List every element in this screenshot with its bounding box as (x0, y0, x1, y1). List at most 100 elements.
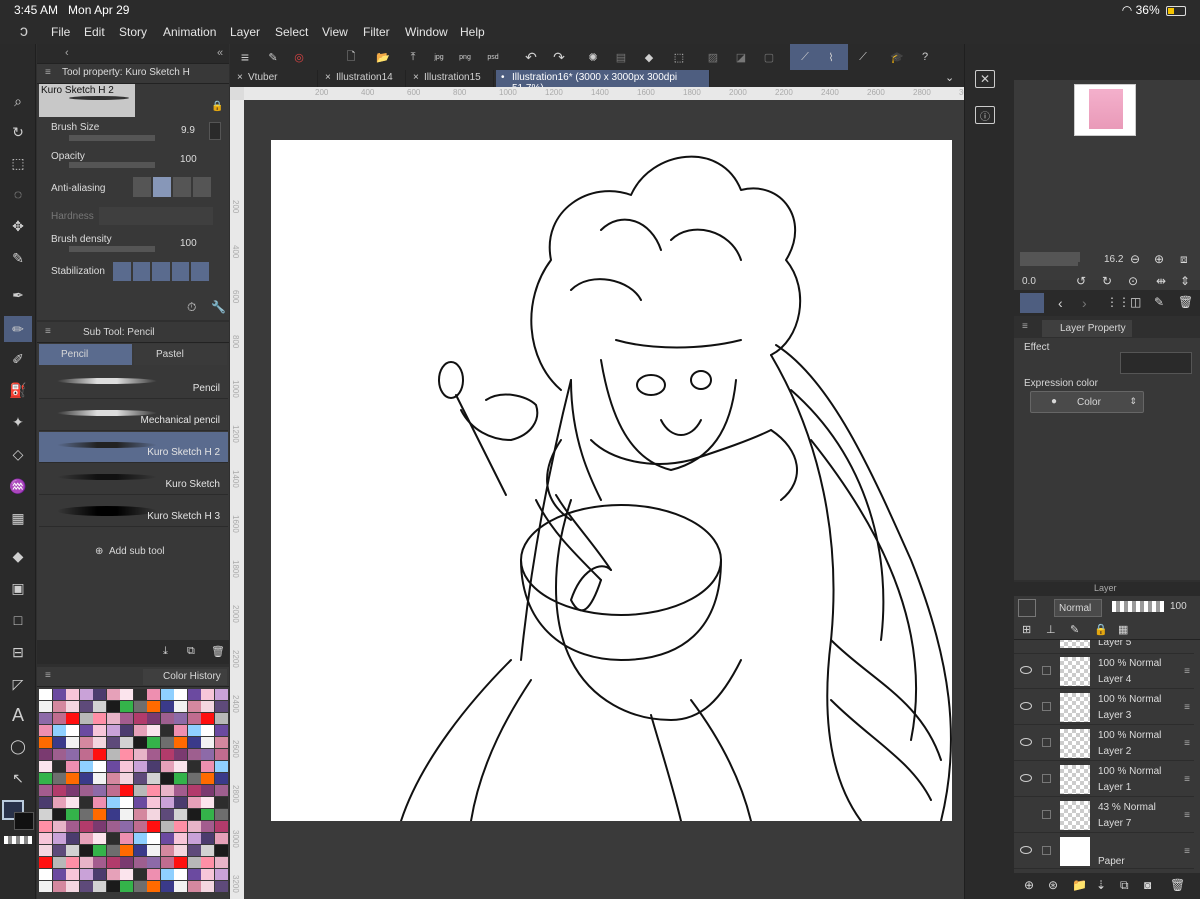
sub-color-swatch[interactable] (14, 812, 34, 830)
color-swatch[interactable] (39, 773, 52, 784)
color-swatch[interactable] (174, 857, 187, 868)
color-swatch[interactable] (39, 737, 52, 748)
eye-icon[interactable] (1020, 774, 1032, 782)
fill-icon[interactable]: ◆ (640, 48, 658, 66)
list-item[interactable]: Kuro Sketch (39, 464, 228, 495)
color-swatch[interactable] (66, 701, 79, 712)
close-icon[interactable]: × (413, 72, 419, 83)
color-swatch[interactable] (39, 797, 52, 808)
text-tool-icon[interactable]: A (8, 705, 28, 725)
color-swatch[interactable] (66, 689, 79, 700)
color-swatch[interactable] (39, 809, 52, 820)
color-swatch[interactable] (187, 833, 201, 844)
zoom-tool-icon[interactable]: ⌕ (8, 91, 28, 111)
color-swatch[interactable] (133, 881, 147, 892)
color-swatch[interactable] (52, 869, 66, 880)
color-swatch[interactable] (174, 761, 187, 772)
color-swatch[interactable] (66, 761, 79, 772)
color-swatch[interactable] (39, 749, 52, 760)
color-swatch[interactable] (214, 857, 228, 868)
color-swatch[interactable] (147, 845, 160, 856)
color-swatch[interactable] (147, 833, 160, 844)
zoom-value[interactable]: 16.2 (1104, 254, 1123, 265)
color-swatch[interactable] (201, 761, 214, 772)
color-swatch[interactable] (52, 773, 66, 784)
color-swatch[interactable] (201, 713, 214, 724)
color-swatch[interactable] (66, 737, 79, 748)
color-swatch[interactable] (52, 833, 66, 844)
color-swatch[interactable] (214, 725, 228, 736)
color-swatch[interactable] (214, 797, 228, 808)
next-icon[interactable]: › (1082, 295, 1087, 311)
ruler-tool-icon[interactable]: ◸ (8, 674, 28, 694)
color-swatch[interactable] (66, 713, 79, 724)
color-swatch[interactable] (174, 881, 187, 892)
color-swatch[interactable] (52, 689, 66, 700)
layer-checkbox[interactable] (1042, 774, 1051, 783)
color-swatch[interactable] (147, 761, 160, 772)
color-swatch[interactable] (147, 773, 160, 784)
color-swatch[interactable] (39, 845, 52, 856)
menu-filter[interactable]: Filter (363, 25, 390, 39)
brush-size-value[interactable]: 9.9 (181, 125, 195, 136)
color-swatch[interactable] (174, 797, 187, 808)
clear-icon[interactable]: ▤ (612, 48, 630, 66)
zoom-slider[interactable] (1020, 256, 1078, 266)
lock-alpha-icon[interactable]: ▦ (1118, 623, 1128, 636)
lock-layer-icon[interactable]: 🔒 (1094, 623, 1108, 636)
color-swatch[interactable] (93, 857, 106, 868)
wrench-icon[interactable]: 🔧 (211, 300, 226, 314)
opacity-value[interactable]: 100 (180, 154, 197, 165)
color-swatch[interactable] (174, 785, 187, 796)
color-swatch[interactable] (214, 845, 228, 856)
color-swatch[interactable] (201, 749, 214, 760)
color-swatch[interactable] (133, 701, 147, 712)
color-swatch[interactable] (52, 845, 66, 856)
color-swatch[interactable] (79, 749, 93, 760)
color-swatch[interactable] (160, 725, 174, 736)
color-swatch[interactable] (133, 749, 147, 760)
color-swatch[interactable] (66, 869, 79, 880)
color-swatch[interactable] (160, 845, 174, 856)
blend-tool-icon[interactable]: ♒ (8, 476, 28, 496)
color-swatch[interactable] (160, 785, 174, 796)
drag-handle-icon[interactable]: ≡ (1184, 738, 1190, 749)
drag-handle-icon[interactable]: ≡ (1184, 666, 1190, 677)
list-item[interactable]: Mechanical pencil (39, 400, 228, 431)
download-icon[interactable] (209, 122, 221, 140)
color-swatch[interactable] (147, 725, 160, 736)
color-swatch[interactable] (52, 713, 66, 724)
drag-handle-icon[interactable]: ≡ (1184, 810, 1190, 821)
menu-story[interactable]: Story (119, 25, 147, 39)
prev-icon[interactable]: ‹ (1058, 295, 1063, 311)
move-tool-icon[interactable]: ✥ (8, 216, 28, 236)
close-icon[interactable]: × (325, 72, 331, 83)
color-swatch[interactable] (120, 869, 133, 880)
color-swatch[interactable] (133, 761, 147, 772)
list-item[interactable]: Kuro Sketch H 3 (39, 496, 228, 527)
eyedropper-tool-icon[interactable]: ✎ (8, 248, 28, 268)
color-swatch[interactable] (147, 869, 160, 880)
eraser-tool-icon[interactable]: ◇ (8, 444, 28, 464)
color-swatch[interactable] (147, 701, 160, 712)
fill-tool-icon[interactable]: ◆ (8, 546, 28, 566)
trash-icon[interactable]: 🗑 (1178, 295, 1193, 309)
color-swatch[interactable] (106, 689, 120, 700)
color-swatch[interactable] (52, 725, 66, 736)
menu-animation[interactable]: Animation (163, 25, 216, 39)
color-swatch[interactable] (93, 689, 106, 700)
color-swatch[interactable] (106, 797, 120, 808)
object-tool-icon[interactable]: ⬚ (8, 153, 28, 173)
color-swatch[interactable] (147, 881, 160, 892)
color-swatch[interactable] (214, 809, 228, 820)
close-icon[interactable]: × (237, 72, 243, 83)
color-swatch[interactable] (79, 797, 93, 808)
airbrush-tool-icon[interactable]: ⛽ (8, 380, 28, 400)
color-swatch[interactable] (120, 809, 133, 820)
reset-rotate-icon[interactable]: ⊙ (1128, 274, 1138, 288)
color-swatch[interactable] (187, 773, 201, 784)
list-item[interactable]: Kuro Sketch H 2 (39, 432, 228, 463)
density-slider[interactable] (69, 246, 155, 252)
lasso-tool-icon[interactable]: ◌ (8, 184, 28, 204)
color-swatch[interactable] (187, 725, 201, 736)
